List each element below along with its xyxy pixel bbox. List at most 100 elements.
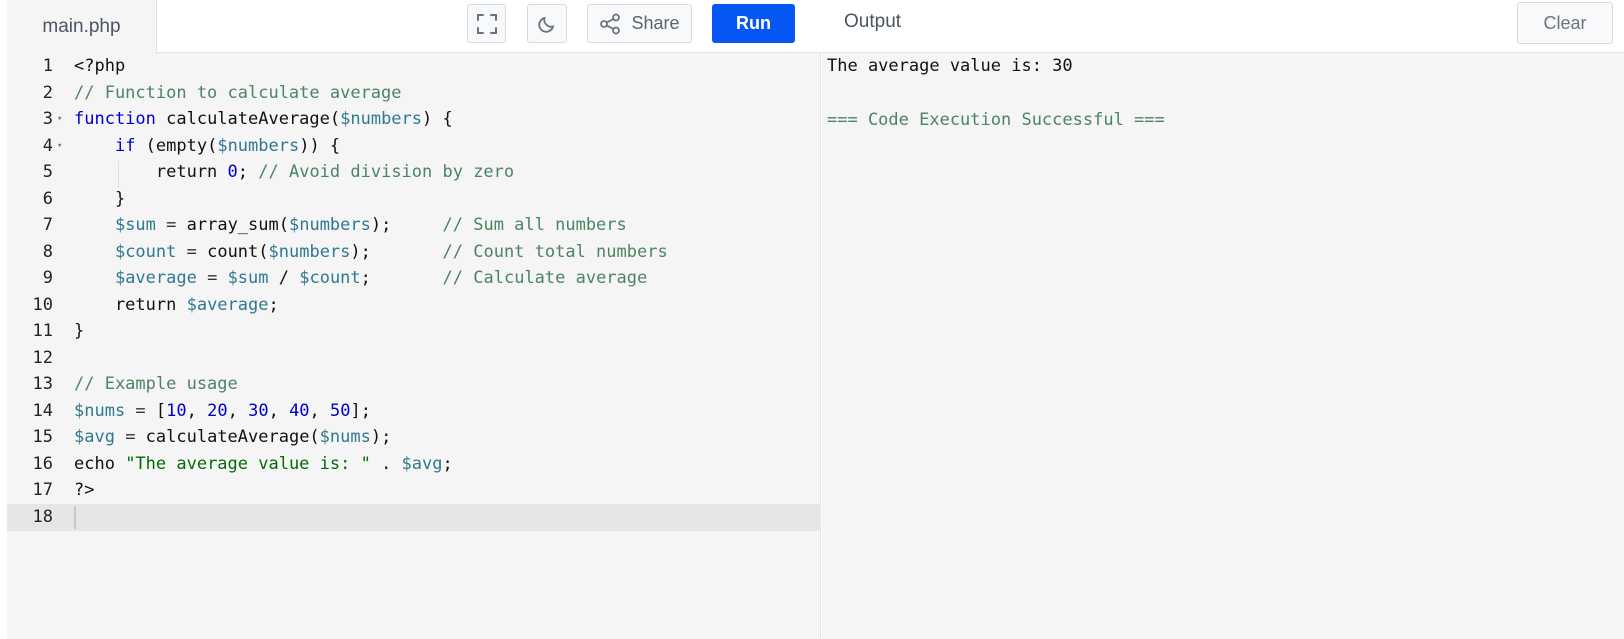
code-line[interactable]: 17 ?> bbox=[7, 477, 821, 504]
code-token: ; bbox=[360, 268, 443, 288]
code-token: = bbox=[196, 268, 228, 288]
run-label: Run bbox=[736, 13, 771, 33]
output-console: The average value is: 30 === Code Executi… bbox=[827, 53, 1165, 134]
code-token: // Function to calculate average bbox=[74, 82, 402, 103]
code-token: = bbox=[125, 400, 156, 421]
code-line[interactable]: 13 // Example usage bbox=[7, 371, 821, 398]
clear-label: Clear bbox=[1543, 12, 1587, 33]
code-token: function bbox=[74, 109, 156, 129]
code-token: 40 bbox=[289, 400, 310, 421]
code-token: calculateAverage( bbox=[145, 427, 320, 447]
code-text: } bbox=[74, 318, 84, 345]
code-token: $avg bbox=[401, 453, 443, 474]
share-button[interactable]: Share bbox=[587, 4, 692, 43]
code-token: $sum bbox=[114, 215, 156, 235]
code-token: $sum bbox=[227, 268, 269, 288]
code-token: count( bbox=[207, 241, 269, 262]
line-number: 15 bbox=[32, 427, 53, 447]
code-token: ]; bbox=[350, 400, 371, 421]
code-text: $sum = array_sum($numbers); // Sum all n… bbox=[74, 212, 627, 239]
line-number: 10 bbox=[32, 294, 53, 315]
line-number: 11 bbox=[32, 321, 53, 341]
code-token: return bbox=[74, 294, 187, 315]
line-number: 1 bbox=[42, 56, 53, 76]
code-token: = bbox=[176, 241, 208, 262]
code-token: ; bbox=[442, 453, 453, 474]
code-line[interactable]: 6 } bbox=[7, 186, 821, 213]
line-number: 5 bbox=[42, 162, 53, 182]
code-line[interactable]: 15 $avg = calculateAverage($nums); bbox=[7, 424, 821, 451]
execution-status: === Code Execution Successful === bbox=[827, 110, 1165, 130]
code-token: // Count total numbers bbox=[442, 241, 668, 262]
code-line[interactable]: 7 $sum = array_sum($numbers); // Sum all… bbox=[7, 212, 821, 239]
code-line[interactable]: 4 ▾ if (empty($numbers)) { bbox=[7, 133, 821, 160]
clear-button[interactable]: Clear bbox=[1517, 2, 1613, 44]
code-token: $average bbox=[186, 294, 269, 315]
code-text: // Function to calculate average bbox=[74, 80, 402, 107]
run-button[interactable]: Run bbox=[712, 4, 795, 43]
code-token: $count bbox=[299, 268, 361, 288]
line-number: 13 bbox=[32, 374, 53, 394]
code-text: function calculateAverage($numbers) { bbox=[74, 106, 453, 133]
code-token: $nums bbox=[74, 400, 126, 421]
code-token: , bbox=[309, 400, 331, 421]
line-number: 12 bbox=[32, 347, 53, 368]
code-token: = bbox=[155, 215, 187, 235]
fold-arrow-icon[interactable]: ▾ bbox=[57, 106, 62, 133]
code-token: echo bbox=[74, 453, 126, 474]
code-line[interactable]: 2 // Function to calculate average bbox=[7, 80, 821, 107]
code-text: $count = count($numbers); // Count total… bbox=[74, 239, 668, 266]
code-line[interactable]: 9 $average = $sum / $count; // Calculate… bbox=[7, 265, 821, 292]
code-line[interactable]: 8 $count = count($numbers); // Count tot… bbox=[7, 239, 821, 266]
share-icon bbox=[600, 13, 621, 34]
code-text: $average = $sum / $count; // Calculate a… bbox=[74, 265, 647, 292]
code-token: return bbox=[74, 162, 228, 182]
online-php-compiler: main.php Share Run 1 <?php 2 // Function… bbox=[0, 0, 1624, 639]
code-line[interactable]: 16 echo "The average value is: " . $avg; bbox=[7, 451, 821, 478]
line-number: 6 bbox=[42, 188, 53, 209]
output-panel: Output Clear The average value is: 30 ===… bbox=[822, 0, 1624, 639]
code-token: ) { bbox=[422, 109, 453, 129]
output-title: Output bbox=[844, 11, 902, 32]
code-token: array_sum( bbox=[186, 215, 289, 235]
line-number: 7 bbox=[42, 215, 53, 235]
code-token: if bbox=[114, 135, 136, 156]
code-token: 20 bbox=[207, 400, 228, 421]
code-line[interactable]: 12 bbox=[7, 345, 821, 372]
fold-arrow-icon[interactable]: ▾ bbox=[57, 133, 62, 160]
code-token: ); bbox=[370, 427, 392, 447]
code-token: $numbers bbox=[217, 135, 300, 156]
code-line[interactable]: 5 return 0; // Avoid division by zero bbox=[7, 159, 821, 186]
code-token: $average bbox=[114, 268, 197, 288]
code-line[interactable]: 3 ▾ function calculateAverage($numbers) { bbox=[7, 106, 821, 133]
theme-toggle-button[interactable] bbox=[527, 4, 567, 43]
code-token: // Calculate average bbox=[442, 268, 648, 288]
code-token: , bbox=[268, 400, 290, 421]
code-line[interactable]: 14 $nums = [10, 20, 30, 40, 50]; bbox=[7, 398, 821, 425]
code-token: $nums bbox=[319, 427, 371, 447]
code-line[interactable]: 18 bbox=[7, 503, 821, 531]
code-token: calculateAverage( bbox=[155, 109, 341, 129]
code-editor[interactable]: 1 <?php 2 // Function to calculate average 3… bbox=[7, 53, 821, 639]
code-token: <?php bbox=[74, 56, 126, 76]
code-line[interactable]: 1 <?php bbox=[7, 53, 821, 80]
code-token: $count bbox=[114, 241, 177, 262]
line-number: 17 bbox=[32, 480, 53, 500]
line-number: 9 bbox=[42, 268, 53, 288]
code-token: ); bbox=[370, 215, 443, 235]
code-text: <?php bbox=[74, 53, 125, 80]
code-token: } bbox=[74, 321, 85, 341]
fullscreen-icon bbox=[476, 13, 497, 34]
output-line: The average value is: 30 bbox=[827, 56, 1073, 76]
code-line[interactable]: 10 return $average; bbox=[7, 292, 821, 319]
editor-panel: main.php Share Run 1 <?php 2 // Function… bbox=[7, 0, 821, 639]
code-token: $numbers bbox=[288, 215, 371, 235]
fullscreen-button[interactable] bbox=[467, 4, 506, 43]
editor-toolbar: main.php Share Run bbox=[7, 0, 821, 54]
code-text: if (empty($numbers)) { bbox=[74, 133, 340, 160]
code-line[interactable]: 11} bbox=[7, 318, 821, 345]
file-tab-main-php[interactable]: main.php bbox=[7, 0, 157, 54]
